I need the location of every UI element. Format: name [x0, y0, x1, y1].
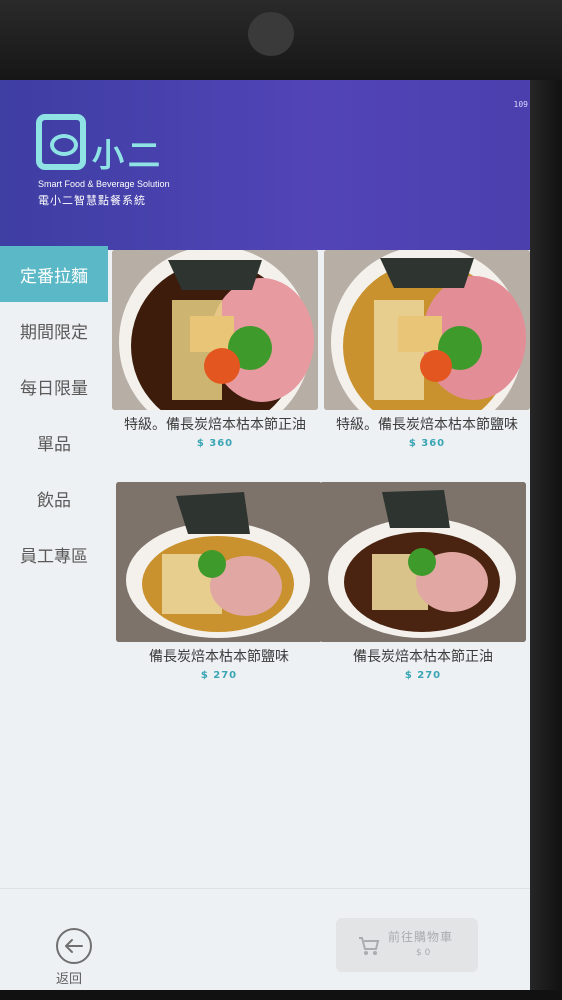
cart-icon — [359, 937, 380, 955]
sidebar-item-signature-ramen[interactable]: 定番拉麵 — [0, 246, 108, 302]
category-sidebar: 定番拉麵 期間限定 每日限量 單品 飲品 員工專區 — [0, 246, 108, 896]
sidebar-item-staff[interactable]: 員工專區 — [0, 526, 108, 582]
kiosk-screen: 109 小二 Smart Food & Beverage Solution 電小… — [0, 80, 530, 990]
menu-card[interactable]: 備長炭焙本枯本節正油 $ 270 — [320, 482, 526, 681]
menu-card[interactable]: 特級。備長炭焙本枯本節鹽味 $ 360 — [324, 250, 530, 449]
ramen-photo — [324, 250, 530, 410]
ramen-photo — [116, 482, 322, 642]
page-indicator: 109 — [513, 100, 528, 109]
device-bezel-bottom — [0, 990, 562, 1000]
tagline-en: Smart Food & Beverage Solution — [38, 179, 170, 189]
logo-icon — [36, 114, 86, 170]
logo-text: 小二 — [92, 136, 165, 174]
app-header: 109 小二 Smart Food & Beverage Solution 電小… — [0, 80, 530, 250]
menu-item-price: $ 270 — [404, 670, 442, 681]
menu-item-name: 備長炭焙本枯本節鹽味 — [149, 649, 289, 665]
menu-item-price: $ 270 — [200, 670, 238, 681]
back-arrow-icon — [56, 928, 92, 964]
sidebar-item-daily-limited[interactable]: 每日限量 — [0, 358, 108, 414]
tagline-cn: 電小二智慧點餐系統 — [38, 194, 146, 207]
go-to-cart-button[interactable]: 前往購物車 $ 0 — [336, 918, 478, 972]
ramen-photo — [320, 482, 526, 642]
menu-item-name: 備長炭焙本枯本節正油 — [353, 649, 493, 665]
sidebar-item-limited-period[interactable]: 期間限定 — [0, 302, 108, 358]
ramen-photo — [112, 250, 318, 410]
back-button[interactable] — [52, 926, 96, 966]
menu-card[interactable]: 備長炭焙本枯本節鹽味 $ 270 — [116, 482, 322, 681]
device-bezel-top — [0, 0, 562, 80]
sidebar-item-single[interactable]: 單品 — [0, 414, 108, 470]
camera-icon — [248, 12, 294, 56]
cart-total: $ 0 — [416, 948, 431, 958]
menu-grid: 特級。備長炭焙本枯本節正油 $ 360 特級。備長炭焙本枯本節鹽味 $ 360 — [110, 246, 530, 726]
cart-label: 前往購物車 — [388, 930, 454, 944]
menu-item-price: $ 360 — [196, 438, 234, 449]
menu-item-price: $ 360 — [408, 438, 446, 449]
back-label[interactable]: 返回 — [56, 968, 82, 987]
sidebar-item-drinks[interactable]: 飲品 — [0, 470, 108, 526]
footer-divider — [0, 888, 530, 889]
menu-item-name: 特級。備長炭焙本枯本節鹽味 — [336, 417, 518, 433]
menu-card[interactable]: 特級。備長炭焙本枯本節正油 $ 360 — [112, 250, 318, 449]
menu-item-name: 特級。備長炭焙本枯本節正油 — [124, 417, 306, 433]
